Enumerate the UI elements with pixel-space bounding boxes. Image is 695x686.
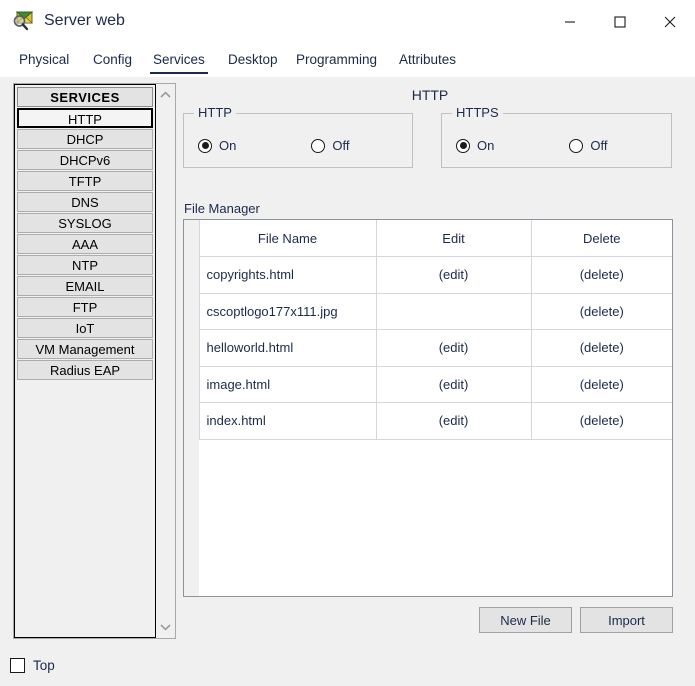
table-row: 4 image.html (edit) (delete) bbox=[184, 366, 672, 403]
sidebar-scrollbar[interactable] bbox=[156, 84, 175, 638]
sidebar-item-iot[interactable]: IoT bbox=[17, 318, 153, 338]
https-on-label[interactable]: On bbox=[477, 138, 494, 153]
import-button[interactable]: Import bbox=[580, 607, 673, 633]
close-icon[interactable] bbox=[645, 0, 695, 44]
maximize-icon[interactable] bbox=[595, 0, 645, 44]
sidebar-item-dns[interactable]: DNS bbox=[17, 192, 153, 212]
file-name: helloworld.html bbox=[199, 330, 376, 367]
delete-link[interactable]: (delete) bbox=[531, 257, 672, 294]
services-sidebar: SERVICES HTTP DHCP DHCPv6 TFTP DNS SYSLO… bbox=[13, 83, 176, 639]
sidebar-item-ftp[interactable]: FTP bbox=[17, 297, 153, 317]
table-header-row: File Name Edit Delete bbox=[184, 220, 672, 257]
delete-link[interactable]: (delete) bbox=[531, 403, 672, 440]
edit-link[interactable]: (edit) bbox=[376, 257, 531, 294]
sidebar-item-dhcpv6[interactable]: DHCPv6 bbox=[17, 150, 153, 170]
tab-programming[interactable]: Programming bbox=[293, 49, 380, 72]
file-manager-box: File Name Edit Delete 1 copyrights.html … bbox=[183, 219, 673, 597]
file-name: index.html bbox=[199, 403, 376, 440]
http-off-label[interactable]: Off bbox=[332, 138, 349, 153]
content-area: SERVICES HTTP DHCP DHCPv6 TFTP DNS SYSLO… bbox=[0, 77, 695, 648]
chevron-down-icon[interactable] bbox=[156, 618, 175, 636]
tab-attributes[interactable]: Attributes bbox=[396, 49, 459, 72]
delete-link[interactable]: (delete) bbox=[531, 293, 672, 330]
http-settings-panel: HTTP HTTP On Off HTTPS On Off Fi bbox=[182, 83, 678, 639]
sidebar-item-http[interactable]: HTTP bbox=[17, 108, 153, 128]
title-bar: Server web bbox=[0, 0, 695, 44]
http-on-label[interactable]: On bbox=[219, 138, 236, 153]
table-row: 5 index.html (edit) (delete) bbox=[184, 403, 672, 440]
window-controls bbox=[545, 0, 695, 44]
delete-link[interactable]: (delete) bbox=[531, 366, 672, 403]
file-manager-table: File Name Edit Delete 1 copyrights.html … bbox=[184, 220, 672, 440]
http-radio-row: On Off bbox=[198, 138, 349, 153]
top-checkbox-row[interactable]: Top bbox=[10, 658, 55, 673]
tab-bar: Physical Config Services Desktop Program… bbox=[0, 44, 695, 78]
footer-bar: Top bbox=[0, 648, 695, 686]
table-row: 2 cscoptlogo177x111.jpg (delete) bbox=[184, 293, 672, 330]
packet-tracer-server-icon bbox=[12, 9, 36, 33]
edit-link[interactable]: (edit) bbox=[376, 403, 531, 440]
top-checkbox[interactable] bbox=[10, 658, 25, 673]
table-row: 1 copyrights.html (edit) (delete) bbox=[184, 257, 672, 294]
minimize-icon[interactable] bbox=[545, 0, 595, 44]
row-number-gutter bbox=[184, 219, 199, 596]
https-off-radio[interactable] bbox=[569, 139, 583, 153]
file-manager-label: File Manager bbox=[184, 201, 260, 216]
file-name: cscoptlogo177x111.jpg bbox=[199, 293, 376, 330]
page-title: HTTP bbox=[182, 87, 678, 103]
table-row: 3 helloworld.html (edit) (delete) bbox=[184, 330, 672, 367]
top-checkbox-label: Top bbox=[33, 658, 55, 673]
column-header-delete: Delete bbox=[531, 220, 672, 257]
sidebar-item-vm-management[interactable]: VM Management bbox=[17, 339, 153, 359]
edit-link[interactable]: (edit) bbox=[376, 330, 531, 367]
tab-desktop[interactable]: Desktop bbox=[225, 49, 281, 72]
column-header-edit: Edit bbox=[376, 220, 531, 257]
sidebar-header: SERVICES bbox=[17, 87, 153, 107]
https-group: HTTPS On Off bbox=[441, 113, 672, 168]
file-name: copyrights.html bbox=[199, 257, 376, 294]
edit-link[interactable]: (edit) bbox=[376, 366, 531, 403]
https-radio-row: On Off bbox=[456, 138, 607, 153]
delete-link[interactable]: (delete) bbox=[531, 330, 672, 367]
sidebar-item-tftp[interactable]: TFTP bbox=[17, 171, 153, 191]
http-group-legend: HTTP bbox=[194, 105, 236, 120]
column-header-filename: File Name bbox=[199, 220, 376, 257]
http-group: HTTP On Off bbox=[183, 113, 413, 168]
new-file-button[interactable]: New File bbox=[479, 607, 572, 633]
https-on-radio[interactable] bbox=[456, 139, 470, 153]
services-list: SERVICES HTTP DHCP DHCPv6 TFTP DNS SYSLO… bbox=[14, 84, 156, 638]
tab-physical[interactable]: Physical bbox=[16, 49, 72, 72]
https-off-label[interactable]: Off bbox=[590, 138, 607, 153]
file-name: image.html bbox=[199, 366, 376, 403]
tab-config[interactable]: Config bbox=[90, 49, 135, 72]
http-on-radio[interactable] bbox=[198, 139, 212, 153]
https-group-legend: HTTPS bbox=[452, 105, 503, 120]
edit-link bbox=[376, 293, 531, 330]
sidebar-item-aaa[interactable]: AAA bbox=[17, 234, 153, 254]
sidebar-item-email[interactable]: EMAIL bbox=[17, 276, 153, 296]
chevron-up-icon[interactable] bbox=[156, 86, 175, 104]
sidebar-item-syslog[interactable]: SYSLOG bbox=[17, 213, 153, 233]
http-off-radio[interactable] bbox=[311, 139, 325, 153]
tab-services[interactable]: Services bbox=[150, 49, 208, 74]
sidebar-item-dhcp[interactable]: DHCP bbox=[17, 129, 153, 149]
sidebar-item-radius-eap[interactable]: Radius EAP bbox=[17, 360, 153, 380]
sidebar-item-ntp[interactable]: NTP bbox=[17, 255, 153, 275]
window-title: Server web bbox=[44, 9, 125, 33]
